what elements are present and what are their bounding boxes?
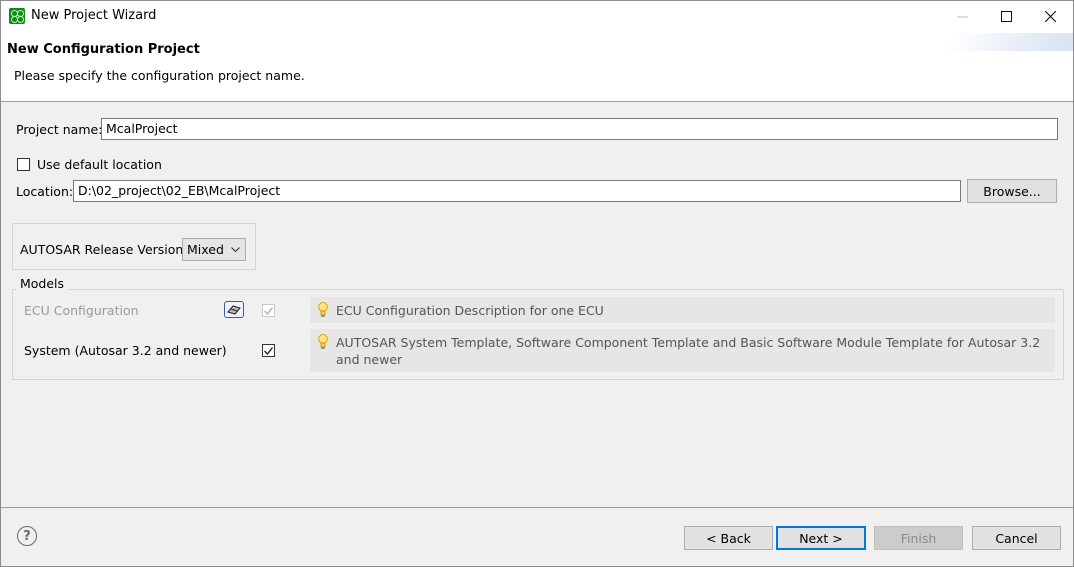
ecu-config-edit-button[interactable] (224, 301, 244, 318)
checkmark-icon (264, 346, 273, 355)
maximize-icon (1000, 10, 1012, 22)
page-title: New Configuration Project (7, 42, 200, 57)
project-name-label: Project name: (16, 122, 103, 137)
eraser-icon (227, 304, 241, 315)
project-name-input[interactable]: McalProject (101, 118, 1058, 140)
footer-separator (1, 507, 1073, 508)
use-default-location-label: Use default location (37, 157, 162, 172)
autosar-version-value: Mixed (187, 242, 224, 257)
back-button[interactable]: < Back (684, 526, 773, 550)
autosar-version-select[interactable]: Mixed (182, 238, 246, 261)
ecu-configuration-checkbox[interactable] (262, 304, 275, 317)
system-model-label: System (Autosar 3.2 and newer) (24, 343, 227, 358)
help-icon[interactable]: ? (17, 526, 37, 546)
next-button[interactable]: Next > (776, 526, 866, 550)
window-title: New Project Wizard (31, 8, 157, 23)
location-label: Location: (16, 184, 74, 199)
finish-button[interactable]: Finish (874, 526, 963, 550)
header-banner-graphic (943, 33, 1073, 51)
minimize-icon (956, 16, 968, 17)
autosar-version-label: AUTOSAR Release Version: (20, 242, 188, 257)
title-bar: New Project Wizard (1, 1, 1073, 31)
app-icon (9, 8, 25, 24)
system-model-checkbox[interactable] (262, 344, 275, 357)
location-input[interactable]: D:\02_project\02_EB\McalProject (73, 180, 961, 202)
page-description: Please specify the configuration project… (14, 68, 305, 83)
browse-button[interactable]: Browse... (967, 179, 1057, 203)
lightbulb-icon (318, 334, 328, 349)
ecu-configuration-description: ECU Configuration Description for one EC… (336, 303, 604, 318)
wizard-header: New Configuration Project Please specify… (1, 31, 1073, 102)
ecu-configuration-label: ECU Configuration (24, 303, 139, 318)
checkmark-icon (264, 306, 273, 315)
close-button[interactable] (1027, 1, 1073, 31)
minimize-button[interactable] (939, 1, 985, 31)
use-default-location-checkbox[interactable] (17, 158, 30, 171)
maximize-button[interactable] (983, 1, 1029, 31)
models-group-label: Models (16, 276, 69, 291)
system-model-description: AUTOSAR System Template, Software Compon… (336, 335, 1041, 367)
lightbulb-icon (318, 302, 328, 317)
close-icon (1044, 10, 1056, 22)
cancel-button[interactable]: Cancel (972, 526, 1061, 550)
wizard-window: New Project Wizard New Configuration Pro… (0, 0, 1074, 567)
chevron-down-icon (231, 247, 240, 253)
